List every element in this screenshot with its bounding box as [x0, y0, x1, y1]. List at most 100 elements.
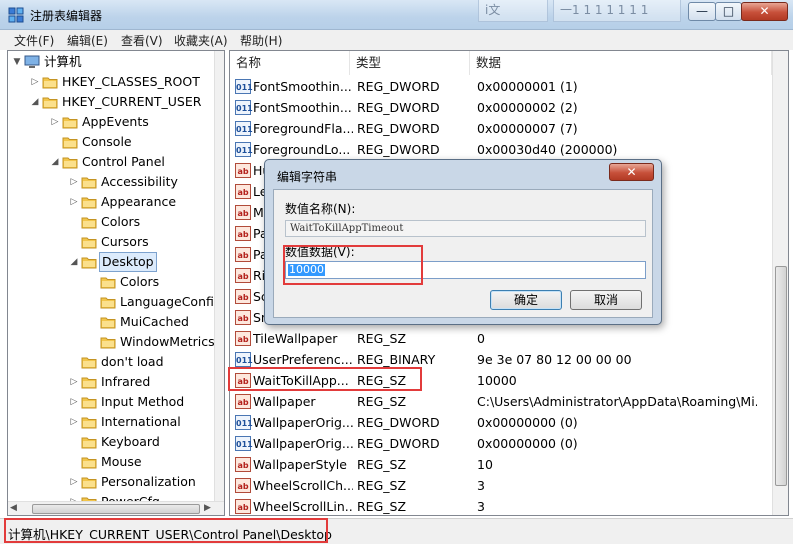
value-type: REG_DWORD	[357, 121, 440, 136]
close-button[interactable]: ✕	[741, 2, 788, 21]
value-data: 9e 3e 07 80 12 00 00 00	[477, 352, 632, 367]
maximize-button[interactable]: □	[715, 2, 742, 21]
values-vertical-scrollbar[interactable]	[772, 51, 788, 515]
string-value-icon: ab	[235, 499, 251, 514]
tree-expander-icon[interactable]: ◢	[30, 92, 40, 112]
binary-value-icon: 011	[235, 121, 253, 136]
tree-expander-icon[interactable]: ◢	[69, 252, 79, 272]
string-value-icon: ab	[235, 478, 251, 493]
table-row[interactable]: 011 WallpaperOrig... REG_DWORD 0x00000000 (…	[230, 412, 770, 433]
value-type: REG_DWORD	[357, 415, 440, 430]
tree-expander-icon[interactable]: ▼	[12, 52, 22, 72]
table-row[interactable]: 011 WallpaperOrig... REG_DWORD 0x00000000 (…	[230, 433, 770, 454]
tree-node-label: Accessibility	[101, 174, 178, 189]
value-data: C:\Users\Administrator\AppData\Roaming\M…	[477, 394, 757, 409]
table-row[interactable]: ab TileWallpaper REG_SZ 0	[230, 328, 770, 349]
registry-tree[interactable]: ▼ 计算机 ▷ HKEY_CLASSES_ROOT ◢ HKEY_CURRENT_USER…	[7, 50, 225, 516]
folder-icon	[81, 457, 97, 469]
value-data: 0	[477, 331, 485, 346]
values-vscroll-thumb[interactable]	[775, 266, 787, 486]
tree-node-label: Console	[82, 134, 132, 149]
folder-icon	[81, 397, 97, 409]
value-data: 0x00000007 (7)	[477, 121, 578, 136]
tree-node-label: LanguageConfiguration	[120, 294, 224, 309]
value-name: ForegroundLo...	[253, 142, 351, 157]
folder-icon	[81, 257, 97, 269]
folder-icon	[42, 97, 58, 109]
menu-file[interactable]: 文件(F)	[14, 32, 54, 49]
column-header-name[interactable]: 名称	[230, 51, 350, 75]
dialog-close-button[interactable]: ✕	[609, 163, 654, 181]
tree-vertical-scrollbar[interactable]	[214, 51, 224, 501]
value-data: 10000	[477, 373, 517, 388]
binary-value-icon: 011	[235, 415, 253, 430]
value-type: REG_SZ	[357, 457, 407, 472]
tree-node-label: Control Panel	[82, 154, 165, 169]
table-row[interactable]: ab WheelScrollCh... REG_SZ 3	[230, 475, 770, 496]
table-row[interactable]: ab WheelScrollLin... REG_SZ 3	[230, 496, 770, 515]
tree-node-label: AppEvents	[82, 114, 149, 129]
string-value-icon: ab	[235, 310, 251, 325]
folder-icon	[81, 357, 97, 369]
scroll-right-arrow-icon[interactable]: ▶	[204, 503, 211, 513]
value-name-field: WaitToKillAppTimeout	[285, 220, 646, 237]
table-row[interactable]: ab WallpaperStyle REG_SZ 10	[230, 454, 770, 475]
tree-expander-icon[interactable]: ▷	[30, 72, 40, 92]
value-name: Wallpaper	[253, 394, 316, 409]
column-header-data[interactable]: 数据	[470, 51, 772, 75]
registry-editor-icon	[8, 7, 24, 23]
scroll-left-arrow-icon[interactable]: ◀	[10, 503, 17, 513]
folder-icon	[81, 477, 97, 489]
folder-icon	[100, 317, 116, 329]
table-row[interactable]: 011 ForegroundLo... REG_DWORD 0x00030d40 (2…	[230, 139, 770, 160]
binary-value-icon: 011	[235, 142, 253, 157]
window-title: 注册表编辑器	[30, 9, 103, 23]
menu-favorites[interactable]: 收藏夹(A)	[174, 32, 228, 49]
value-type: REG_SZ	[357, 499, 407, 514]
table-row[interactable]: 011 FontSmoothin... REG_DWORD 0x00000001 (1…	[230, 76, 770, 97]
menu-help[interactable]: 帮助(H)	[240, 32, 282, 49]
ok-button[interactable]: 确定	[490, 290, 562, 310]
tree-node-label: 计算机	[44, 54, 82, 69]
binary-value-icon: 011	[235, 100, 253, 115]
value-data: 0x00000000 (0)	[477, 436, 578, 451]
value-type: REG_DWORD	[357, 79, 440, 94]
tree-expander-icon[interactable]: ▷	[69, 472, 79, 492]
tree-expander-icon[interactable]: ◢	[50, 152, 60, 172]
title-bar[interactable]: 注册表编辑器 i文 一1 1 1 1 1 1 1 — □ ✕	[0, 0, 793, 30]
folder-icon	[81, 217, 97, 229]
table-row[interactable]: ab Wallpaper REG_SZ C:\Users\Administrator\…	[230, 391, 770, 412]
minimize-button[interactable]: —	[688, 2, 716, 21]
tree-expander-icon[interactable]: ▷	[50, 112, 60, 132]
tree-horizontal-scrollbar[interactable]: ◀ ▶	[8, 501, 224, 515]
folder-icon	[81, 237, 97, 249]
tree-node-label: HKEY_CURRENT_USER	[62, 94, 202, 109]
edit-string-dialog[interactable]: 编辑字符串 ✕ 数值名称(N): WaitToKillAppTimeout 数值…	[264, 159, 662, 325]
value-name: WheelScrollCh...	[253, 478, 353, 493]
table-row[interactable]: 011 ForegroundFla... REG_DWORD 0x00000007 (…	[230, 118, 770, 139]
menu-view[interactable]: 查看(V)	[121, 32, 163, 49]
tree-node-label: Colors	[101, 214, 141, 229]
menu-bar: 文件(F) 编辑(E) 查看(V) 收藏夹(A) 帮助(H)	[0, 30, 793, 50]
cancel-button[interactable]: 取消	[570, 290, 642, 310]
tree-expander-icon[interactable]: ▷	[69, 172, 79, 192]
value-name: ForegroundFla...	[253, 121, 353, 136]
value-data: 0x00000001 (1)	[477, 79, 578, 94]
value-type: REG_DWORD	[357, 436, 440, 451]
tree-node-label: Desktop	[99, 252, 157, 272]
column-header-type[interactable]: 类型	[350, 51, 470, 75]
table-row[interactable]: 011 FontSmoothin... REG_DWORD 0x00000002 (2…	[230, 97, 770, 118]
tree-expander-icon[interactable]: ▷	[69, 372, 79, 392]
tree-expander-icon[interactable]: ▷	[69, 412, 79, 432]
tree-hscroll-thumb[interactable]	[32, 504, 200, 514]
tree-expander-icon[interactable]: ▷	[69, 392, 79, 412]
tree-expander-icon[interactable]: ▷	[69, 192, 79, 212]
folder-icon	[62, 137, 78, 149]
value-name: TileWallpaper	[253, 331, 338, 346]
menu-edit[interactable]: 编辑(E)	[67, 32, 108, 49]
